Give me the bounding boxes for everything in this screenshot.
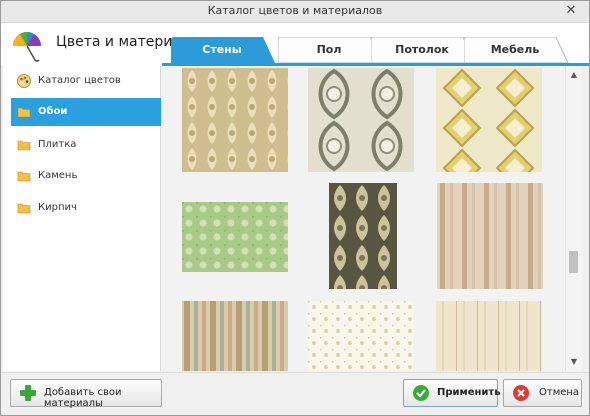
wallpaper-tile[interactable]	[329, 183, 397, 289]
wallpaper-gallery	[161, 66, 565, 371]
window-title: Каталог цветов и материалов	[207, 4, 383, 17]
category-sidebar: Каталог цветов Обои Плитка Камень Кирпич	[3, 65, 169, 371]
cancel-label: Отмена	[539, 387, 580, 398]
tab-label: Потолок	[395, 43, 449, 56]
add-materials-button[interactable]: Добавить свои материалы	[10, 379, 162, 409]
tab-furniture[interactable]: Мебель	[464, 37, 576, 63]
apply-label: Применить	[437, 387, 501, 398]
sidebar-item-color-catalog[interactable]: Каталог цветов	[3, 67, 153, 95]
tab-label: Мебель	[490, 43, 540, 56]
umbrella-icon	[13, 32, 41, 62]
sidebar-item-tile[interactable]: Плитка	[3, 131, 153, 159]
sidebar-item-label: Кирпич	[38, 202, 77, 213]
folder-icon	[17, 107, 31, 118]
sidebar-item-label: Камень	[38, 170, 78, 181]
sidebar-item-label: Обои	[38, 106, 68, 117]
add-materials-label: Добавить свои материалы	[44, 387, 122, 409]
wallpaper-tile[interactable]	[436, 301, 542, 371]
cancel-button[interactable]: Отмена	[503, 379, 582, 407]
wallpaper-tile[interactable]	[437, 183, 543, 289]
scrollbar-thumb[interactable]	[569, 251, 578, 273]
scroll-up-arrow-icon[interactable]: ▲	[568, 69, 580, 81]
wallpaper-tile[interactable]	[182, 202, 288, 272]
wallpaper-tile[interactable]	[182, 301, 288, 371]
palette-icon	[17, 74, 31, 88]
sidebar-item-stone[interactable]: Камень	[3, 162, 153, 190]
gallery-scrollbar[interactable]: ▲ ▼	[565, 66, 582, 371]
close-button[interactable]: ✕	[561, 3, 581, 19]
folder-icon	[17, 140, 31, 151]
tab-bar: Стены Пол Потолок Мебель	[171, 37, 589, 65]
close-icon	[513, 385, 529, 401]
check-icon	[413, 385, 429, 401]
wallpaper-tile[interactable]	[182, 68, 288, 172]
wallpaper-tile[interactable]	[308, 301, 414, 371]
scroll-down-arrow-icon[interactable]: ▼	[568, 356, 580, 368]
tab-label: Пол	[316, 43, 342, 56]
wallpaper-tile[interactable]	[308, 68, 414, 172]
sidebar-item-brick[interactable]: Кирпич	[3, 194, 153, 222]
footer-bar: Добавить свои материалы Применить Отмена	[1, 372, 589, 415]
folder-icon	[17, 203, 31, 214]
folder-icon	[17, 171, 31, 182]
title-bar: Каталог цветов и материалов ✕	[1, 1, 589, 23]
dialog-window: Каталог цветов и материалов ✕ Цвета и ма…	[0, 0, 590, 416]
tab-label: Стены	[202, 43, 242, 56]
sidebar-item-label: Каталог цветов	[38, 75, 121, 86]
sidebar-item-label: Плитка	[38, 139, 77, 150]
sidebar-item-wallpaper[interactable]: Обои	[11, 98, 169, 126]
plus-icon	[20, 385, 36, 401]
wallpaper-tile[interactable]	[436, 68, 542, 172]
apply-button[interactable]: Применить	[403, 379, 501, 407]
tab-walls[interactable]: Стены	[171, 37, 283, 63]
